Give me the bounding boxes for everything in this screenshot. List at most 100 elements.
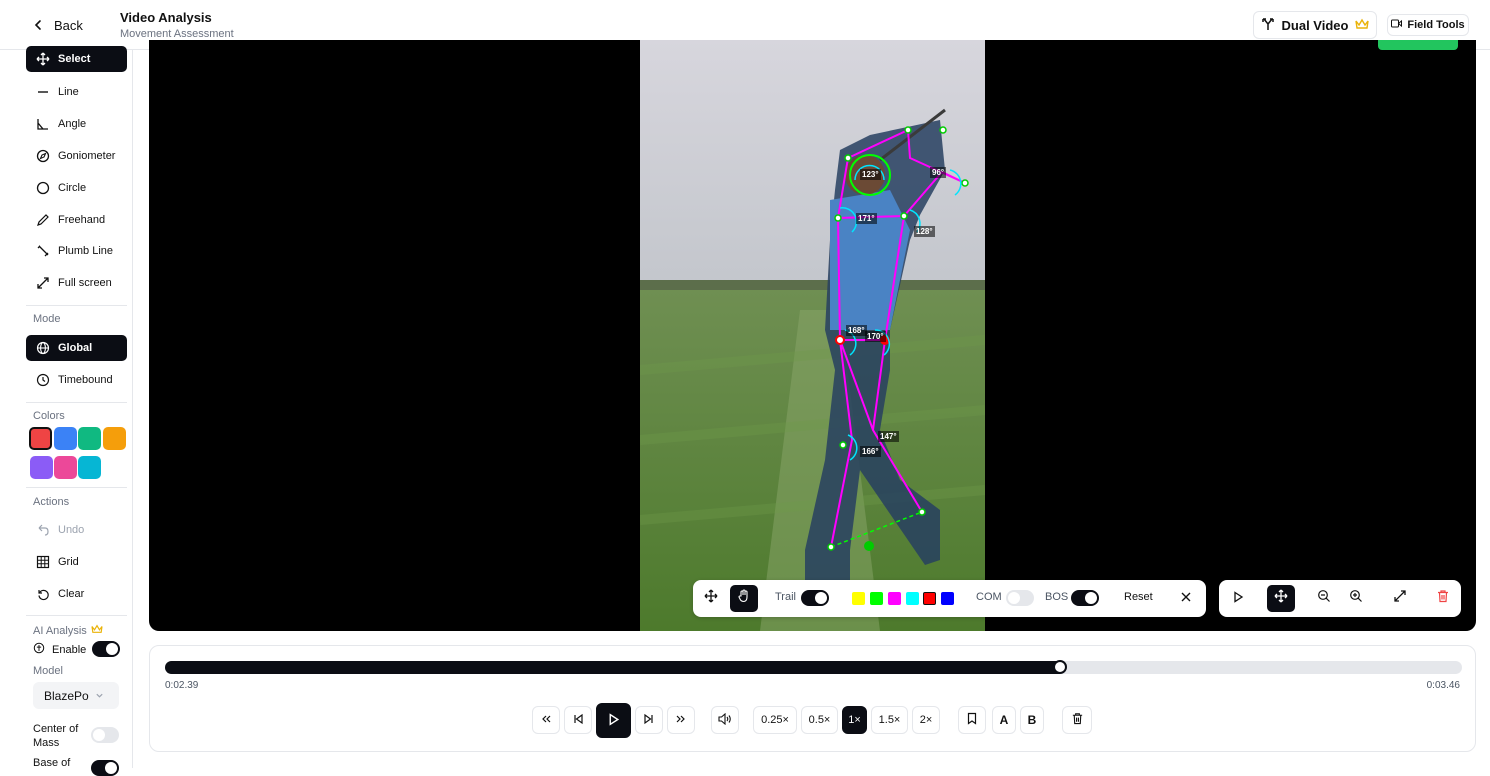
- split-icon: [1261, 17, 1275, 34]
- speed-2-button[interactable]: 2×: [912, 706, 940, 734]
- move-icon: [35, 52, 50, 67]
- trail-color-blue[interactable]: [941, 592, 954, 605]
- trash-icon: [1071, 712, 1084, 728]
- move-icon: [704, 589, 718, 608]
- model-label: Model: [33, 665, 63, 677]
- ai-icon: [33, 642, 45, 657]
- action-grid[interactable]: Grid: [26, 549, 127, 575]
- field-tools-label: Field Tools: [1407, 19, 1465, 31]
- video-player[interactable]: 123° 96° 171° 128° 168° 170° 147° 166°: [149, 40, 1476, 631]
- tool-goniometer[interactable]: Goniometer: [26, 143, 127, 169]
- tool-select[interactable]: Select: [26, 46, 127, 72]
- divider: [26, 402, 127, 403]
- double-chevron-left-icon: [540, 713, 552, 728]
- view-toolbar: [1219, 580, 1461, 617]
- angle-label: 147°: [878, 431, 899, 442]
- mode-label-text: Timebound: [58, 374, 113, 386]
- color-swatch-pink[interactable]: [54, 456, 77, 479]
- volume-button[interactable]: [711, 706, 739, 734]
- tool-line[interactable]: Line: [26, 79, 127, 105]
- toggle-knob: [1008, 592, 1020, 604]
- clock-icon: [35, 373, 50, 388]
- tool-freehand[interactable]: Freehand: [26, 207, 127, 233]
- back-button[interactable]: Back: [30, 12, 83, 38]
- title-block: Video Analysis Movement Assessment: [120, 10, 234, 40]
- tool-plumb-line[interactable]: Plumb Line: [26, 238, 127, 264]
- video-frame: 123° 96° 171° 128° 168° 170° 147° 166°: [640, 40, 985, 631]
- reset-icon: [35, 587, 50, 602]
- toggle-knob: [93, 729, 105, 741]
- speed-0-25-button[interactable]: 0.25×: [753, 706, 797, 734]
- speed-0-5-button[interactable]: 0.5×: [801, 706, 838, 734]
- reset-button[interactable]: Reset: [1124, 591, 1153, 603]
- previous-frame-button[interactable]: [564, 706, 592, 734]
- action-clear[interactable]: Clear: [26, 581, 127, 607]
- fullscreen-button[interactable]: [1386, 585, 1414, 612]
- skip-back-icon: [572, 713, 584, 728]
- color-swatch-red[interactable]: [29, 427, 52, 450]
- bos-toggle[interactable]: [1071, 590, 1099, 606]
- angle-label: 171°: [856, 213, 877, 224]
- pencil-icon: [35, 213, 50, 228]
- bookmark-button[interactable]: [958, 706, 986, 734]
- angle-label: 128°: [914, 226, 935, 237]
- expand-icon: [35, 276, 50, 291]
- com-label: COM: [976, 591, 1002, 603]
- play-button[interactable]: [596, 703, 631, 738]
- tool-circle[interactable]: Circle: [26, 175, 127, 201]
- trail-color-cyan[interactable]: [906, 592, 919, 605]
- mode-label-text: Global: [58, 342, 93, 354]
- color-swatch-cyan[interactable]: [78, 456, 101, 479]
- action-undo[interactable]: Undo: [26, 517, 127, 543]
- play-overlay-button[interactable]: [1224, 585, 1252, 612]
- field-tools-button[interactable]: Field Tools: [1387, 14, 1469, 36]
- trail-color-green[interactable]: [870, 592, 883, 605]
- action-label: Undo: [58, 524, 85, 536]
- trail-toggle[interactable]: [801, 590, 829, 606]
- com-toggle[interactable]: [91, 727, 119, 743]
- trash-icon: [1436, 589, 1450, 608]
- trail-color-magenta[interactable]: [888, 592, 901, 605]
- pan-button[interactable]: [697, 585, 725, 612]
- color-swatch-green[interactable]: [78, 427, 101, 450]
- hand-button[interactable]: [730, 585, 758, 612]
- status-tab: [1378, 40, 1458, 50]
- zoom-in-icon: [1349, 589, 1363, 608]
- color-swatch-purple[interactable]: [30, 456, 53, 479]
- mode-timebound[interactable]: Timebound: [26, 367, 127, 393]
- delete-marker-button[interactable]: [1062, 706, 1092, 734]
- back-label: Back: [54, 17, 83, 33]
- next-frame-button[interactable]: [635, 706, 663, 734]
- close-button[interactable]: [1172, 585, 1200, 612]
- timeline-track[interactable]: [165, 661, 1462, 674]
- zoom-out-button[interactable]: [1310, 585, 1338, 612]
- color-swatch-blue[interactable]: [54, 427, 77, 450]
- delete-drawing-button[interactable]: [1429, 585, 1457, 612]
- trail-color-yellow[interactable]: [852, 592, 865, 605]
- bos-toggle[interactable]: [91, 760, 119, 776]
- rewind-button[interactable]: [532, 706, 560, 734]
- mode-global[interactable]: Global: [26, 335, 127, 361]
- fast-forward-button[interactable]: [667, 706, 695, 734]
- color-swatch-orange[interactable]: [103, 427, 126, 450]
- ai-enable-toggle[interactable]: [92, 641, 120, 657]
- angle-label: 170°: [865, 331, 886, 342]
- marker-b-button[interactable]: B: [1020, 706, 1044, 734]
- speed-1-button[interactable]: 1×: [842, 706, 867, 734]
- tool-angle[interactable]: Angle: [26, 111, 127, 137]
- move-view-button[interactable]: [1267, 585, 1295, 612]
- speed-1-5-button[interactable]: 1.5×: [871, 706, 908, 734]
- trail-color-red[interactable]: [923, 592, 936, 605]
- timeline-thumb[interactable]: [1052, 660, 1067, 674]
- dual-video-button[interactable]: Dual Video: [1253, 11, 1377, 39]
- tool-full-screen[interactable]: Full screen: [26, 270, 127, 296]
- angle-label: 168°: [846, 325, 867, 336]
- model-select[interactable]: BlazePo: [33, 682, 119, 709]
- actions-label: Actions: [33, 496, 70, 508]
- expand-icon: [1393, 589, 1407, 608]
- zoom-in-button[interactable]: [1342, 585, 1370, 612]
- marker-a-button[interactable]: A: [992, 706, 1016, 734]
- ai-analysis-label: AI Analysis: [33, 624, 103, 637]
- hand-icon: [737, 589, 751, 608]
- com-toggle[interactable]: [1006, 590, 1034, 606]
